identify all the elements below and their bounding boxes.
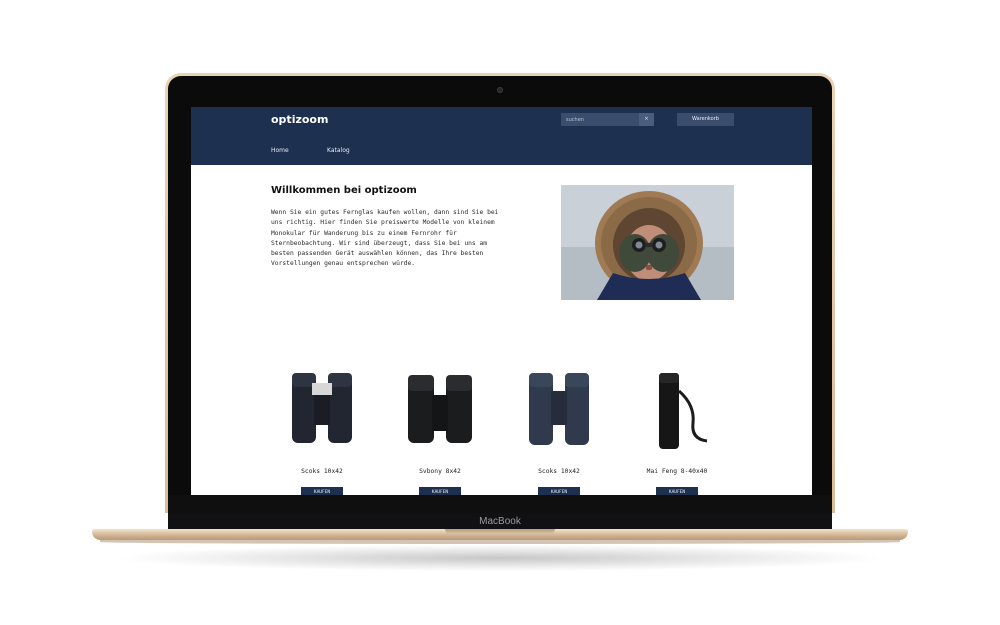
buy-button[interactable]: KAUFEN bbox=[419, 487, 461, 495]
buy-button[interactable]: KAUFEN bbox=[301, 487, 343, 495]
search-box: × bbox=[561, 113, 654, 126]
product-name: Mai Feng 8-40x40 bbox=[646, 468, 708, 475]
binoculars-icon bbox=[292, 373, 352, 443]
buy-button[interactable]: KAUFEN bbox=[656, 487, 698, 495]
product-card: Scoks 10x42 KAUFEN bbox=[499, 365, 619, 495]
search-clear-icon[interactable]: × bbox=[639, 113, 654, 126]
laptop-shadow bbox=[120, 545, 880, 571]
site-logo[interactable]: optizoom bbox=[271, 113, 328, 126]
hero-person-illustration bbox=[561, 185, 734, 300]
webcam-icon bbox=[497, 87, 503, 93]
welcome-heading: Willkommen bei optizoom bbox=[271, 185, 417, 196]
welcome-paragraph: Wenn Sie ein gutes Fernglas kaufen wolle… bbox=[271, 209, 499, 268]
laptop-base-edge bbox=[100, 540, 900, 544]
cart-button[interactable]: Warenkorb bbox=[677, 113, 734, 126]
monocular-icon bbox=[659, 373, 708, 449]
product-name: Scoks 10x42 bbox=[538, 468, 580, 475]
product-card: Scoks 10x42 KAUFEN bbox=[262, 365, 382, 495]
nav-home[interactable]: Home bbox=[271, 147, 289, 154]
nav-katalog[interactable]: Katalog bbox=[327, 147, 350, 154]
product-card: Svbony 8x42 KAUFEN bbox=[380, 365, 500, 495]
product-name: Scoks 10x42 bbox=[301, 468, 343, 475]
screen-chin bbox=[168, 495, 832, 513]
browser-viewport: optizoom × Warenkorb Home Katalog Willko… bbox=[191, 107, 812, 495]
search-input[interactable] bbox=[561, 113, 639, 126]
buy-button[interactable]: KAUFEN bbox=[538, 487, 580, 495]
product-name: Svbony 8x42 bbox=[419, 468, 461, 475]
site-header: optizoom × Warenkorb Home Katalog bbox=[191, 107, 812, 165]
product-card: Mai Feng 8-40x40 KAUFEN bbox=[617, 365, 737, 495]
binoculars-icon bbox=[408, 375, 472, 443]
hero-image bbox=[561, 185, 734, 300]
laptop-notch bbox=[445, 529, 555, 534]
binoculars-icon bbox=[529, 373, 589, 445]
